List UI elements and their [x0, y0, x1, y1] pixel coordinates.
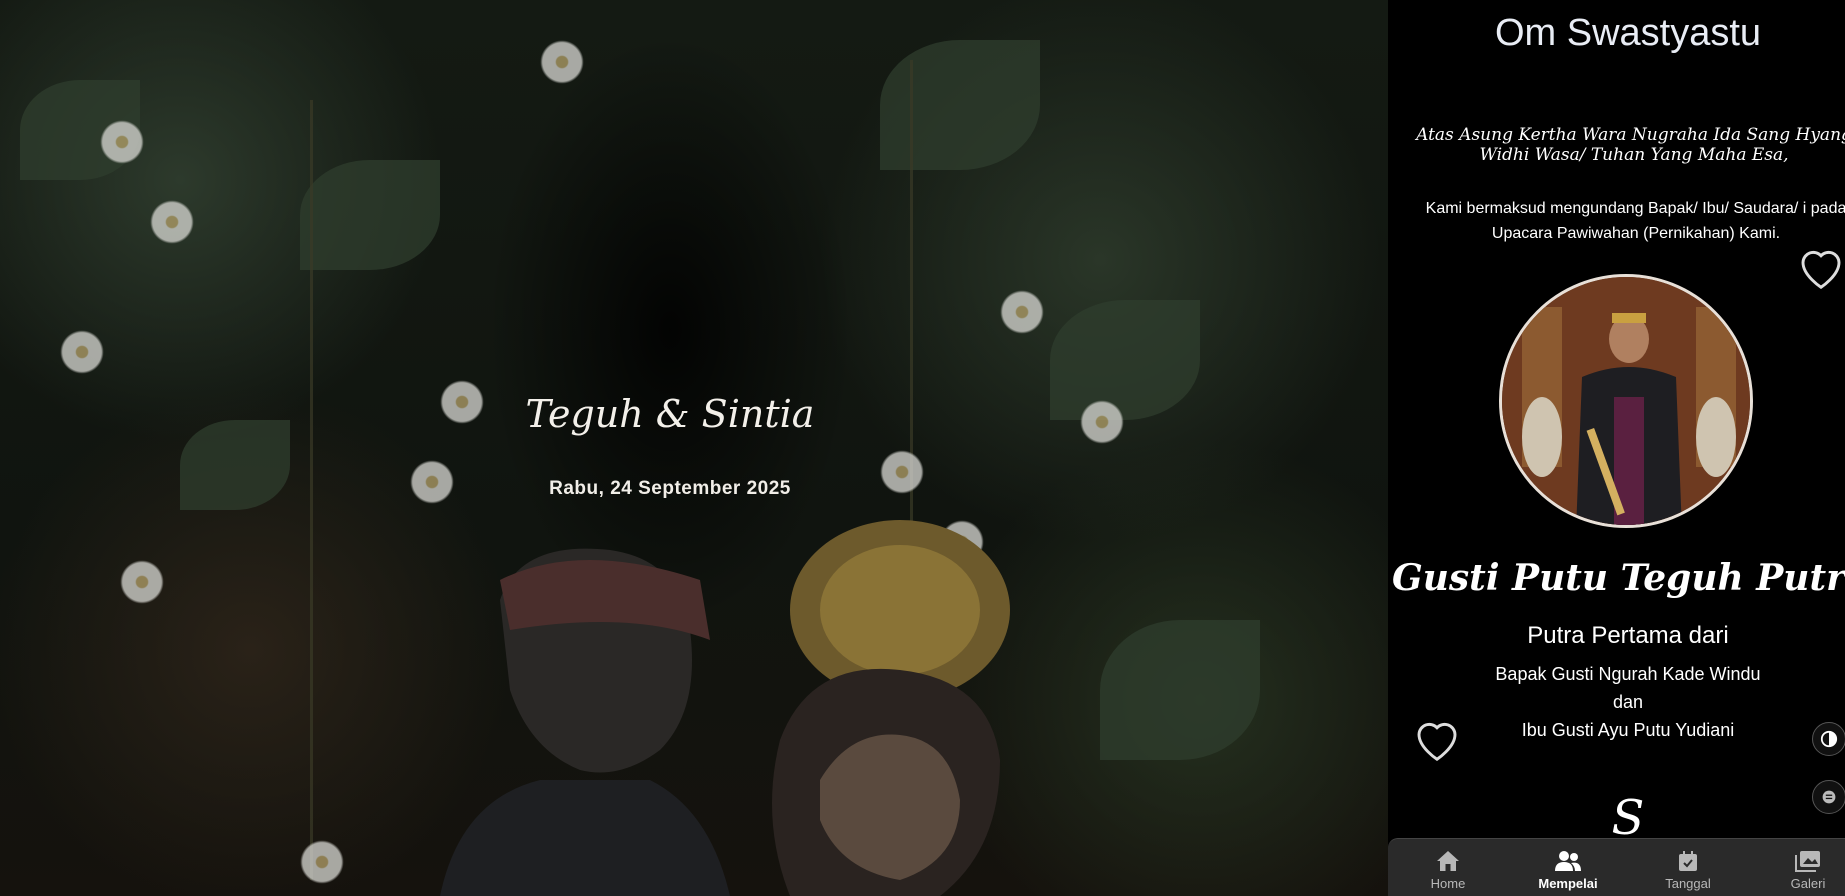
nav-tanggal[interactable]: Tanggal: [1628, 839, 1748, 896]
theme-toggle-button[interactable]: [1812, 722, 1845, 756]
flower-decoration: [540, 40, 584, 84]
leaf-decoration: [1050, 300, 1200, 420]
contrast-icon: [1820, 730, 1838, 748]
couple-photo: [440, 520, 1010, 896]
nav-label: Tanggal: [1665, 876, 1711, 891]
leaf-decoration: [1100, 620, 1260, 760]
heart-icon: [1417, 722, 1457, 761]
couple-title: Teguh & Sintia: [525, 392, 815, 436]
vine-decoration: [310, 100, 313, 880]
invitation-text: Kami bermaksud mengundang Bapak/ Ibu/ Sa…: [1425, 200, 1845, 242]
nav-label: Galeri: [1790, 876, 1826, 891]
invitation-panel: Om Swastyastu Atas Asung Kertha Wara Nug…: [1388, 0, 1845, 896]
leaf-decoration: [300, 160, 440, 270]
users-icon: [1555, 851, 1581, 871]
flower-decoration: [1080, 400, 1124, 444]
blessing-text: Atas Asung Kertha Wara Nugraha Ida Sang …: [1416, 125, 1845, 165]
flower-decoration: [880, 450, 924, 494]
flower-decoration: [100, 120, 144, 164]
flower-decoration: [120, 560, 164, 604]
parents-conjunction: dan: [1612, 692, 1644, 712]
calendar-check-icon: [1679, 851, 1697, 871]
nav-label: Mempelai: [1538, 876, 1598, 891]
child-of-label: Putra Pertama dari: [1527, 622, 1729, 649]
hero-section: Teguh & Sintia Rabu, 24 September 2025: [0, 0, 1388, 896]
flower-decoration: [60, 330, 104, 374]
nav-home[interactable]: Home: [1388, 839, 1508, 896]
nav-label: Home: [1430, 876, 1466, 891]
leaf-decoration: [880, 40, 1040, 170]
nav-mempelai[interactable]: Mempelai: [1508, 839, 1628, 896]
greeting-title: Om Swastyastu: [1494, 12, 1762, 54]
flower-decoration: [300, 840, 344, 884]
heart-icon: [1801, 250, 1841, 289]
flower-decoration: [410, 460, 454, 504]
home-icon: [1437, 851, 1459, 871]
flower-decoration: [150, 200, 194, 244]
nav-galeri[interactable]: Galeri: [1748, 839, 1845, 896]
bottom-navigation: Home Mempelai Tanggal Galeri: [1388, 838, 1845, 896]
groom-photo: [1502, 277, 1750, 525]
leaf-decoration: [180, 420, 290, 510]
wedding-date: Rabu, 24 September 2025: [549, 478, 791, 499]
flower-decoration: [1000, 290, 1044, 334]
father-name: Bapak Gusti Ngurah Kade Windu: [1495, 664, 1761, 684]
groom-portrait: [1499, 274, 1753, 528]
images-icon: [1795, 851, 1820, 872]
groom-name: Gusti Putu Teguh Putra Pratama: [1392, 557, 1845, 599]
